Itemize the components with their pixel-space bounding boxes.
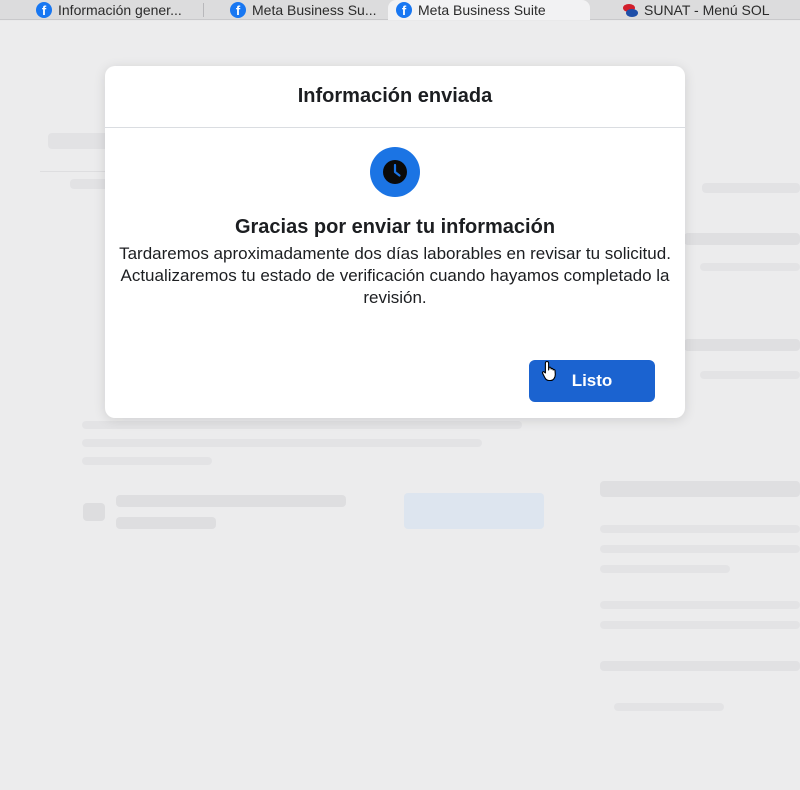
tab-informacion-general[interactable]: f Información gener... xyxy=(28,0,200,20)
background-text-placeholder xyxy=(116,495,346,507)
background-text-placeholder xyxy=(702,183,800,193)
background-text-placeholder xyxy=(70,179,110,189)
background-text-placeholder xyxy=(82,421,522,429)
tab-separator xyxy=(203,3,204,17)
tab-label: Meta Business Su... xyxy=(252,2,377,18)
tab-meta-business-suite-active[interactable]: f Meta Business Suite xyxy=(388,0,590,20)
background-text-placeholder xyxy=(684,339,800,351)
tab-label: Meta Business Suite xyxy=(418,2,546,18)
background-text-placeholder xyxy=(600,621,800,629)
dialog-message: Tardaremos aproximadamente dos días labo… xyxy=(119,244,671,307)
dialog-heading: Gracias por enviar tu información xyxy=(234,216,556,238)
tab-meta-business-suite-1[interactable]: f Meta Business Su... xyxy=(222,0,382,20)
tab-sunat-menu-sol[interactable]: SUNAT - Menú SOL xyxy=(614,0,800,20)
browser-tab-bar: f Información gener... f Meta Business S… xyxy=(0,0,800,20)
background-button-placeholder xyxy=(404,493,544,529)
background-text-placeholder xyxy=(600,661,800,671)
tab-label: SUNAT - Menú SOL xyxy=(644,2,770,18)
facebook-icon: f xyxy=(396,2,412,18)
background-text-placeholder xyxy=(600,565,730,573)
background-text-placeholder xyxy=(600,525,800,533)
background-icon-placeholder xyxy=(83,503,105,521)
background-text-placeholder xyxy=(684,233,800,245)
dialog-title: Información enviada xyxy=(297,85,493,107)
background-text-placeholder xyxy=(600,545,800,553)
sunat-icon xyxy=(622,2,638,18)
background-text-placeholder xyxy=(700,263,800,271)
background-text-placeholder xyxy=(116,517,216,529)
submission-confirmation-dialog: Información enviada Gracias por enviar t… xyxy=(105,66,685,418)
background-text-placeholder xyxy=(600,601,800,609)
background-text-placeholder xyxy=(614,703,724,711)
clock-icon xyxy=(370,147,420,197)
hand-cursor-icon xyxy=(541,360,556,382)
facebook-icon: f xyxy=(36,2,52,18)
background-text-placeholder xyxy=(82,457,212,465)
background-text-placeholder xyxy=(700,371,800,379)
background-heading-placeholder xyxy=(600,481,800,497)
background-text-placeholder xyxy=(82,439,482,447)
facebook-icon: f xyxy=(230,2,246,18)
tab-label: Información gener... xyxy=(58,2,182,18)
dialog-header: Información enviada xyxy=(105,66,685,128)
